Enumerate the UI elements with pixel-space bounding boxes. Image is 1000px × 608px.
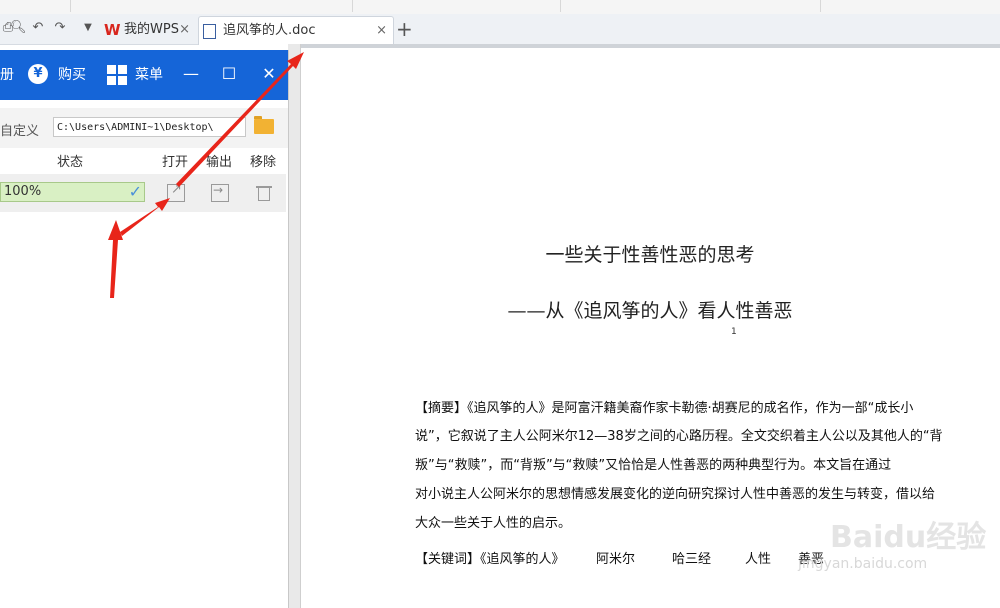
open-file-icon[interactable]: [167, 182, 185, 202]
baidu-watermark: Baidu经验 jingyan.baidu.com: [770, 500, 990, 580]
tab-label: 追风筝的人.doc: [223, 23, 316, 38]
output-folder-icon[interactable]: [211, 183, 229, 202]
delete-icon[interactable]: [256, 184, 274, 202]
document-icon: [203, 24, 216, 39]
new-tab-button[interactable]: +: [396, 17, 413, 41]
buy-button[interactable]: 购买: [58, 50, 86, 100]
tab-my-wps[interactable]: W 我的WPS ×: [100, 16, 196, 44]
conversion-row: 100% ✓: [0, 174, 286, 212]
tab-close-icon[interactable]: ×: [179, 16, 190, 44]
output-path-row: 自定义 C:\Users\ADMINI~1\Desktop\: [0, 108, 288, 148]
tab-close-icon[interactable]: ×: [376, 17, 387, 45]
keyword: 阿米尔: [596, 552, 636, 567]
preview-icon[interactable]: 🔍︎: [10, 20, 27, 36]
close-button[interactable]: ✕: [258, 62, 280, 86]
folder-icon[interactable]: [254, 116, 274, 134]
maximize-button[interactable]: ☐: [218, 62, 240, 86]
title-left-text[interactable]: 册: [0, 50, 14, 100]
document-ruler-edge: [288, 44, 1000, 48]
ribbon-divider: [560, 0, 561, 12]
tab-document[interactable]: 追风筝的人.doc ×: [198, 16, 394, 45]
yen-icon[interactable]: ¥: [28, 64, 48, 84]
keywords-label: 【关键词】《追风筝的人》: [415, 552, 565, 567]
watermark-url: jingyan.baidu.com: [798, 556, 928, 572]
wps-logo-icon: W: [104, 21, 121, 39]
checkmark-icon: ✓: [128, 182, 142, 201]
output-path-field[interactable]: C:\Users\ADMINI~1\Desktop\: [53, 117, 246, 137]
ribbon-strip: [0, 0, 1000, 15]
column-header-remove: 移除: [250, 155, 277, 170]
abstract-line: 叛”与“救赎”，而“背叛”与“救赎”又恰恰是人性善恶的两种典型行为。本文旨在通过: [415, 458, 892, 473]
column-header-output: 输出: [206, 155, 233, 170]
tab-label: 我的WPS: [124, 22, 179, 37]
tab-bar: ⎙ 🔍︎ ↶ ↷ ▼ W 我的WPS × 追风筝的人.doc × +: [0, 14, 1000, 45]
footnote-marker: 1: [731, 327, 737, 337]
progress-bar: 100% ✓: [0, 182, 145, 202]
keyword: 哈三经: [672, 552, 712, 567]
document-title: 一些关于性善性恶的思考: [545, 244, 755, 266]
quick-access-dropdown-icon[interactable]: ▼: [80, 20, 96, 36]
menu-grid-icon[interactable]: [107, 65, 127, 85]
watermark-brand: Baidu经验: [830, 520, 987, 555]
column-header-open: 打开: [162, 155, 189, 170]
abstract-line: 说”，它叙说了主人公阿米尔12—38岁之间的心路历程。全文交织着主人公以及其他人…: [415, 429, 943, 444]
ribbon-divider: [820, 0, 821, 12]
document-subtitle: ——从《追风筝的人》看人性善恶: [507, 300, 793, 322]
ribbon-divider: [70, 0, 71, 12]
undo-icon[interactable]: ↶: [30, 20, 46, 36]
path-label: 自定义: [0, 124, 40, 139]
abstract-line: 【摘要】《追风筝的人》是阿富汗籍美裔作家卡勒德·胡赛尼的成名作，作为一部“成长小: [415, 401, 914, 416]
progress-text: 100%: [4, 184, 42, 199]
keyword: 人性: [745, 552, 772, 567]
column-header-status: 状态: [57, 155, 84, 170]
redo-icon[interactable]: ↷: [52, 20, 68, 36]
converter-window: 册 ¥ 购买 菜单 — ☐ ✕ 自定义 C:\Users\ADMINI~1\De…: [0, 50, 289, 608]
minimize-button[interactable]: —: [180, 62, 202, 86]
document-gutter: [288, 44, 301, 608]
menu-button[interactable]: 菜单: [135, 50, 163, 100]
ribbon-divider: [352, 0, 353, 12]
converter-title-bar: 册 ¥ 购买 菜单 — ☐ ✕: [0, 50, 288, 100]
